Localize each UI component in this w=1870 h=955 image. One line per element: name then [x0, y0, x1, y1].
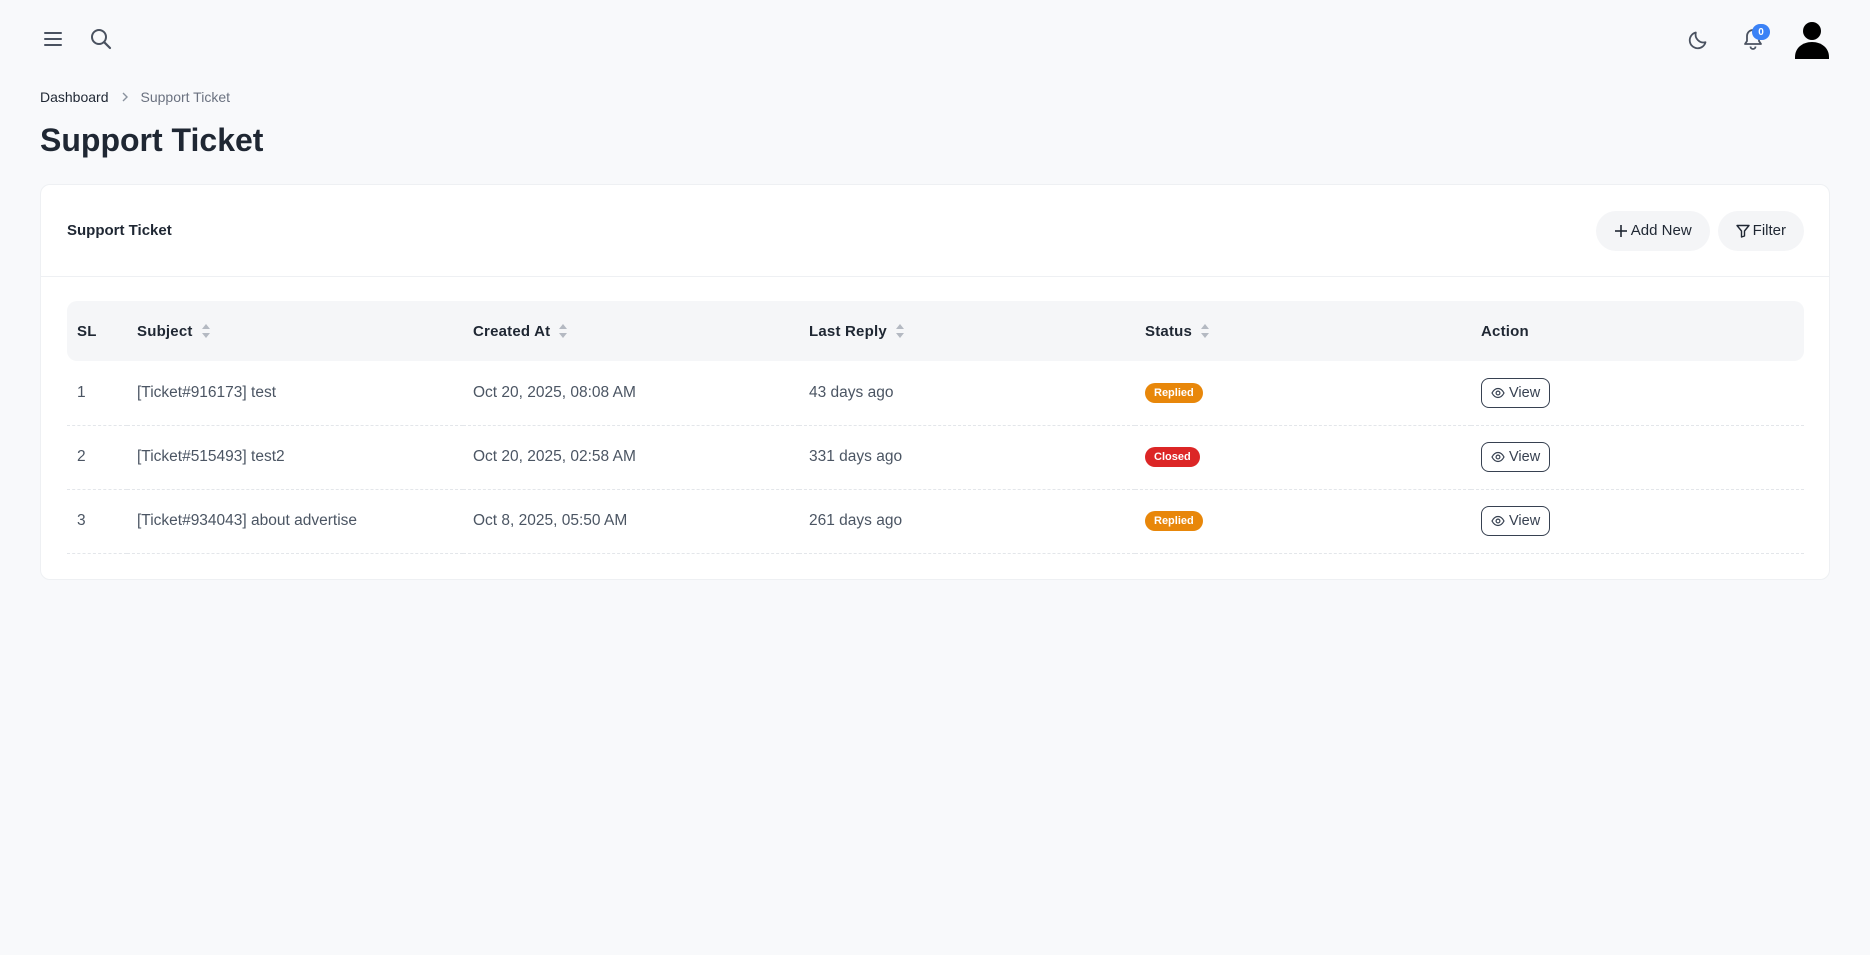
cell-sl: 3: [67, 489, 127, 554]
card-actions: Add New Filter: [1588, 210, 1804, 251]
card-header: Support Ticket Add New Filter: [41, 185, 1829, 277]
filter-icon: [1735, 224, 1750, 238]
search-icon: [91, 29, 112, 50]
cell-last-reply: 261 days ago: [799, 489, 1135, 554]
page-title: Support Ticket: [40, 122, 264, 158]
table-body: 1 [Ticket#916173] test Oct 20, 2025, 08:…: [67, 361, 1804, 554]
top-bar: 0: [0, 0, 1870, 78]
view-button-label: View: [1509, 384, 1541, 401]
cell-sl: 2: [67, 425, 127, 490]
eye-icon: [1491, 515, 1505, 527]
moon-icon: [1688, 31, 1707, 50]
column-label: Status: [1145, 322, 1193, 340]
table-wrapper: SL Subject Created At Last Reply Status …: [41, 277, 1829, 554]
column-header-created-at[interactable]: Created At: [463, 301, 799, 361]
column-header-sl: SL: [67, 301, 127, 361]
cell-last-reply: 331 days ago: [799, 425, 1135, 490]
support-ticket-card: Support Ticket Add New Filter SL Subject…: [40, 184, 1830, 580]
cell-subject: [Ticket#515493] test2: [127, 425, 463, 490]
status-badge: Replied: [1145, 511, 1203, 531]
notification-count-badge: 0: [1752, 24, 1770, 40]
cell-created-at: Oct 8, 2025, 05:50 AM: [463, 489, 799, 554]
column-label: Created At: [473, 322, 551, 340]
status-badge: Replied: [1145, 382, 1203, 403]
cell-status: Closed: [1135, 425, 1471, 490]
view-button-label: View: [1509, 513, 1541, 529]
sort-icon[interactable]: [201, 323, 211, 339]
cell-status: Replied: [1135, 361, 1471, 426]
chevron-right-icon: [121, 92, 129, 102]
user-avatar-icon: [1795, 22, 1829, 59]
column-header-subject[interactable]: Subject: [127, 301, 463, 361]
table-row: 1 [Ticket#916173] test Oct 20, 2025, 08:…: [67, 361, 1804, 426]
column-header-last-reply[interactable]: Last Reply: [799, 301, 1135, 361]
view-button[interactable]: View: [1481, 377, 1551, 408]
add-new-label: Add New: [1630, 222, 1692, 239]
column-label: Last Reply: [809, 322, 887, 340]
status-badge: Closed: [1145, 447, 1200, 467]
notifications-button[interactable]: 0: [1736, 22, 1770, 56]
table-header: SL Subject Created At Last Reply Status …: [67, 301, 1804, 361]
cell-action: View: [1471, 425, 1804, 490]
eye-icon: [1491, 451, 1505, 463]
breadcrumb-current: Support Ticket: [140, 89, 231, 105]
sort-icon[interactable]: [1200, 323, 1210, 339]
cell-subject: [Ticket#934043] about advertise: [127, 489, 463, 554]
menu-button[interactable]: [36, 22, 70, 56]
cell-sl: 1: [67, 361, 127, 426]
eye-icon: [1491, 387, 1505, 398]
filter-button[interactable]: Filter: [1717, 210, 1804, 251]
menu-icon: [44, 32, 62, 46]
column-label: SL: [77, 322, 97, 340]
view-button[interactable]: View: [1481, 506, 1551, 536]
column-header-status[interactable]: Status: [1135, 301, 1471, 361]
add-new-button[interactable]: Add New: [1595, 210, 1710, 251]
tickets-table: SL Subject Created At Last Reply Status …: [67, 301, 1804, 554]
table-row: 2 [Ticket#515493] test2 Oct 20, 2025, 02…: [67, 425, 1804, 490]
card-title: Support Ticket: [67, 222, 172, 239]
cell-last-reply: 43 days ago: [799, 361, 1135, 426]
cell-created-at: Oct 20, 2025, 08:08 AM: [463, 361, 799, 426]
view-button[interactable]: View: [1481, 442, 1551, 472]
filter-label: Filter: [1752, 222, 1786, 239]
cell-status: Replied: [1135, 489, 1471, 554]
table-row: 3 [Ticket#934043] about advertise Oct 8,…: [67, 489, 1804, 554]
top-bar-right: 0: [1662, 19, 1832, 59]
plus-icon: [1614, 224, 1627, 237]
cell-subject: [Ticket#916173] test: [127, 361, 463, 426]
cell-created-at: Oct 20, 2025, 02:58 AM: [463, 425, 799, 490]
avatar[interactable]: [1792, 19, 1832, 59]
breadcrumb: Dashboard Support Ticket: [40, 89, 230, 105]
cell-action: View: [1471, 489, 1804, 554]
theme-toggle-button[interactable]: [1682, 22, 1716, 56]
column-label: Subject: [137, 322, 193, 340]
view-button-label: View: [1509, 449, 1541, 465]
top-bar-left: [36, 22, 132, 56]
cell-action: View: [1471, 361, 1804, 426]
sort-icon[interactable]: [558, 323, 568, 339]
sort-icon[interactable]: [895, 323, 905, 339]
breadcrumb-dashboard-link[interactable]: Dashboard: [40, 89, 109, 105]
column-label: Action: [1481, 322, 1529, 340]
search-button[interactable]: [84, 22, 118, 56]
column-header-action: Action: [1471, 301, 1804, 361]
